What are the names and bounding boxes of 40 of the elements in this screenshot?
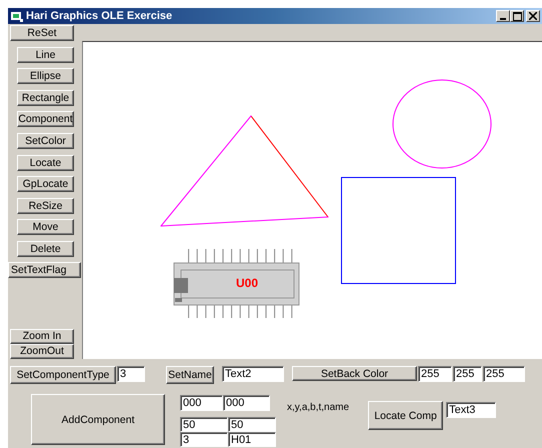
window-title: Hari Graphics OLE Exercise — [26, 10, 172, 22]
set-name-button[interactable]: SetName — [166, 366, 214, 384]
color-value-field[interactable]: 255 — [483, 366, 525, 382]
component-type-field[interactable]: 3 — [117, 366, 145, 382]
color-value-field[interactable]: 255 — [418, 366, 452, 382]
set-back-color-button[interactable]: SetBack Color — [292, 366, 417, 381]
zoom-button[interactable]: Zoom In — [10, 328, 74, 344]
app-icon — [11, 10, 23, 22]
name-field[interactable]: Text2 — [222, 366, 284, 382]
tool-button[interactable]: Line — [17, 46, 74, 63]
x-field[interactable]: 000 — [180, 395, 223, 411]
chip-label: U00 — [236, 276, 258, 290]
close-icon — [529, 12, 537, 20]
locate-comp-button[interactable]: Locate Comp — [368, 401, 444, 430]
tool-button[interactable]: GpLocate — [17, 176, 74, 192]
close-button[interactable] — [526, 10, 540, 22]
tool-button[interactable]: Delete — [17, 240, 74, 257]
tool-button[interactable]: Locate — [17, 154, 74, 171]
set-text-flag-button[interactable]: SetTextFlag — [8, 262, 81, 278]
set-component-type-button[interactable]: SetComponentType — [10, 366, 116, 384]
tool-button[interactable]: SetColor — [17, 132, 74, 149]
type-field[interactable]: 3 — [180, 432, 228, 447]
maximize-icon — [512, 12, 522, 20]
minimize-button[interactable] — [496, 10, 510, 22]
reset-button[interactable]: ReSet — [10, 25, 74, 41]
component-name-field[interactable]: H01 — [228, 432, 276, 447]
tool-button[interactable]: Rectangle — [17, 90, 74, 106]
zoom-button[interactable]: ZoomOut — [10, 344, 74, 359]
maximize-button[interactable] — [510, 10, 524, 22]
locate-name-field[interactable]: Text3 — [446, 402, 496, 418]
tool-button[interactable]: Component — [17, 111, 74, 128]
tool-button[interactable]: Ellipse — [17, 68, 74, 84]
y-field[interactable]: 000 — [223, 395, 270, 411]
color-value-field[interactable]: 255 — [453, 366, 482, 382]
b-field[interactable]: 50 — [228, 417, 276, 432]
fields-hint: x,y,a,b,t,name — [287, 402, 350, 413]
a-field[interactable]: 50 — [180, 417, 228, 432]
tool-button[interactable]: Move — [17, 219, 74, 236]
add-component-button[interactable]: AddComponent — [31, 394, 165, 445]
tool-button[interactable]: ReSize — [17, 198, 74, 214]
